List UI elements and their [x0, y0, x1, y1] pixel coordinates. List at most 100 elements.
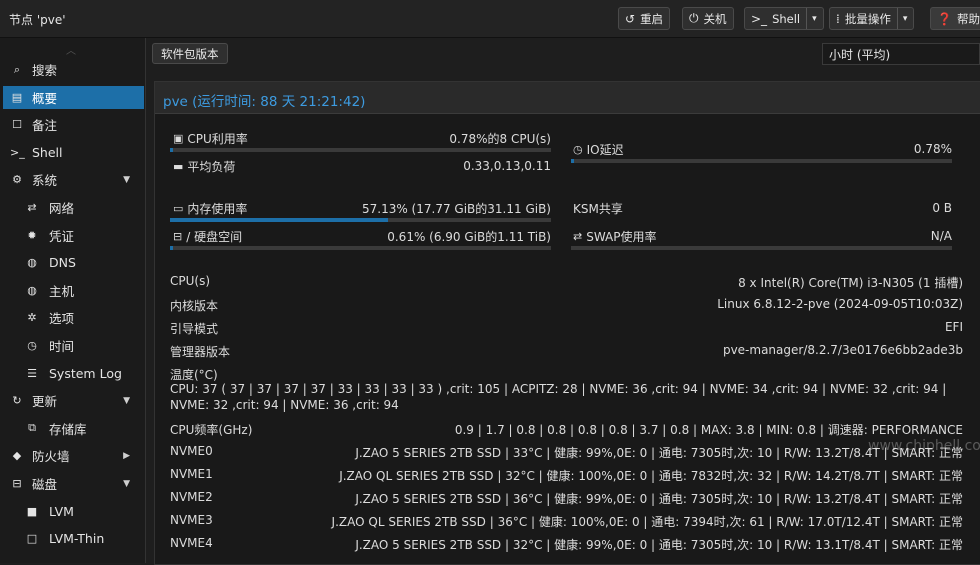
- sidebar-item[interactable]: ↻ 更新 ▼: [3, 389, 144, 412]
- clock-icon: ◷: [573, 142, 583, 156]
- nvme-label: NVME3: [170, 513, 213, 527]
- top-bar: 节点 'pve' ↺ 重启 ⏻ 关机 >_ Shell ▾ ⁞ 批量操作 ▾ ❓…: [0, 0, 980, 38]
- swap-usage-bar: [571, 246, 952, 250]
- certificate-icon: ✹: [27, 228, 37, 242]
- sidebar-item[interactable]: ✲ 选项: [3, 306, 144, 329]
- refresh-icon: ⇄: [573, 229, 583, 243]
- sidebar: ︿ ⌕ 搜索 ▤ 概要 ☐ 备注 >_ Shell ⚙ 系统 ▼ ⇄ 网络 ✹ 凭证 ◍ DNS ◍ 主机 ✲ 选项 ◷ 时…: [0, 38, 146, 563]
- nvme-label: NVME0: [170, 444, 213, 458]
- io-delay-bar: [571, 159, 952, 163]
- sidebar-item[interactable]: ◷ 时间: [3, 334, 144, 357]
- sidebar-item-label: 凭证: [49, 228, 75, 244]
- watermark-text: www.chiphell.com: [868, 438, 980, 454]
- sidebar-item-label: 存储库: [49, 421, 87, 437]
- list-icon: ⁞: [836, 11, 840, 26]
- sidebar-item-label: LVM-Thin: [49, 531, 105, 547]
- gears-icon: ⚙: [12, 173, 22, 187]
- book-icon: ▤: [11, 90, 23, 104]
- sidebar-item-label: 防火墙: [32, 449, 70, 465]
- power-icon: ⏻: [689, 11, 699, 25]
- io-delay-text: IO延迟: [586, 142, 624, 157]
- bulk-actions-button[interactable]: ⁞ 批量操作 ▾: [829, 7, 915, 30]
- io-delay-label: ◷ IO延迟: [573, 140, 624, 158]
- ksm-sharing-label: KSM共享: [573, 199, 623, 217]
- sidebar-item-label: 磁盘: [32, 477, 58, 492]
- load-average-value: 0.33,0.13,0.11: [463, 159, 551, 173]
- ksm-sharing-value: 0 B: [932, 201, 952, 215]
- square-icon: ■: [26, 504, 38, 518]
- boot-mode-value: EFI: [944, 320, 963, 334]
- sidebar-item-label: 搜索: [32, 63, 58, 78]
- disk-space-text: / 硬盘空间: [186, 229, 243, 244]
- cpu-icon: ▣: [173, 131, 184, 145]
- panel-header: pve (运行时间: 88 天 21:21:42): [155, 82, 980, 114]
- sidebar-item[interactable]: ☰ System Log: [3, 362, 144, 385]
- memory-usage-text: 内存使用率: [187, 201, 248, 216]
- chevron-down-icon[interactable]: ▼: [123, 479, 130, 489]
- reboot-button[interactable]: ↺ 重启: [618, 7, 671, 30]
- sidebar-item[interactable]: ⇄ 网络: [3, 196, 144, 219]
- kernel-version-label: 内核版本: [170, 299, 219, 313]
- shell-label: Shell: [772, 11, 801, 26]
- sidebar-item[interactable]: ☐ 备注: [3, 113, 144, 136]
- main-content: 软件包版本 小时 (平均) pve (运行时间: 88 天 21:21:42) …: [146, 38, 980, 565]
- help-label: 帮助: [956, 11, 980, 26]
- clock-icon: ◷: [27, 339, 37, 352]
- globe-icon: ◍: [27, 256, 37, 270]
- undo-icon: ↺: [625, 11, 636, 26]
- shutdown-button[interactable]: ⏻ 关机: [682, 7, 734, 30]
- chevron-down-icon[interactable]: ▼: [123, 396, 130, 406]
- disk-icon: ⊟: [12, 477, 22, 490]
- sidebar-item-label: Shell: [32, 144, 63, 160]
- disk-space-value: 0.61% (6.90 GiB的1.11 TiB): [387, 229, 551, 244]
- disk-space-fill: [170, 246, 173, 250]
- note-icon: ☐: [12, 118, 22, 132]
- server-icon: ▬: [173, 159, 184, 173]
- kernel-version-value: Linux 6.8.12-2-pve (2024-09-05T10:03Z): [717, 297, 963, 311]
- chevron-right-icon[interactable]: ▶: [123, 451, 130, 461]
- disk-space-label: ⊟ / 硬盘空间: [173, 227, 242, 245]
- sidebar-item[interactable]: ⚙ 系统 ▼: [3, 168, 144, 191]
- sidebar-item[interactable]: □ LVM-Thin: [3, 527, 144, 550]
- boot-mode-label: 引导模式: [170, 322, 219, 336]
- nvme-label: NVME4: [170, 536, 213, 550]
- memory-usage-fill: [170, 218, 388, 222]
- search-icon: ⌕: [13, 62, 21, 76]
- package-versions-button[interactable]: 软件包版本: [152, 43, 228, 64]
- temperature-value: CPU: 37 ( 37 | 37 | 37 | 37 | 33 | 33 | …: [170, 382, 947, 412]
- swap-usage-text: SWAP使用率: [586, 229, 657, 244]
- memory-usage-value: 57.13% (17.77 GiB的31.11 GiB): [361, 201, 551, 216]
- sidebar-item-label: 概要: [32, 90, 58, 106]
- terminal-icon: >_: [10, 145, 25, 159]
- refresh-icon: ↻: [12, 394, 22, 408]
- sidebar-item-label: 系统: [32, 173, 58, 189]
- terminal-icon: >_: [751, 11, 768, 26]
- sidebar-item[interactable]: ▤ 概要: [3, 85, 144, 109]
- chevron-down-icon[interactable]: ▾: [806, 8, 817, 29]
- sidebar-item-label: 更新: [32, 394, 58, 410]
- sidebar-item[interactable]: ⊟ 磁盘 ▼: [3, 472, 144, 495]
- sidebar-item[interactable]: ⧉ 存储库: [3, 417, 144, 440]
- shutdown-label: 关机: [703, 11, 727, 26]
- timeframe-select[interactable]: 小时 (平均): [822, 43, 980, 65]
- list-icon: ☰: [27, 366, 37, 380]
- sidebar-item[interactable]: ■ LVM: [3, 500, 144, 523]
- sidebar-item[interactable]: ⌕ 搜索: [3, 58, 144, 81]
- sidebar-item-label: 主机: [49, 283, 75, 299]
- sidebar-item-label: LVM: [49, 503, 74, 519]
- reboot-label: 重启: [640, 11, 664, 26]
- shield-icon: ◆: [12, 449, 22, 463]
- sidebar-item[interactable]: ◍ DNS: [3, 251, 144, 274]
- sidebar-item[interactable]: >_ Shell: [3, 141, 144, 164]
- io-delay-value: 0.78%: [913, 142, 952, 156]
- manager-version-value: pve-manager/8.2.7/3e0176e6bb2ade3b: [722, 343, 963, 357]
- sidebar-item[interactable]: ◍ 主机: [3, 279, 144, 302]
- chevron-down-icon[interactable]: ▼: [123, 175, 130, 185]
- scroll-up-icon[interactable]: ︿: [66, 42, 76, 57]
- shell-button[interactable]: >_ Shell ▾: [744, 7, 824, 30]
- nvme-value: J.ZAO QL SERIES 2TB SSD | 36°C | 健康: 100…: [331, 515, 963, 529]
- help-button[interactable]: ❓ 帮助: [930, 7, 980, 30]
- sidebar-item[interactable]: ✹ 凭证: [3, 224, 144, 247]
- square-outline-icon: □: [26, 532, 38, 546]
- sidebar-item[interactable]: ◆ 防火墙 ▶: [3, 444, 144, 467]
